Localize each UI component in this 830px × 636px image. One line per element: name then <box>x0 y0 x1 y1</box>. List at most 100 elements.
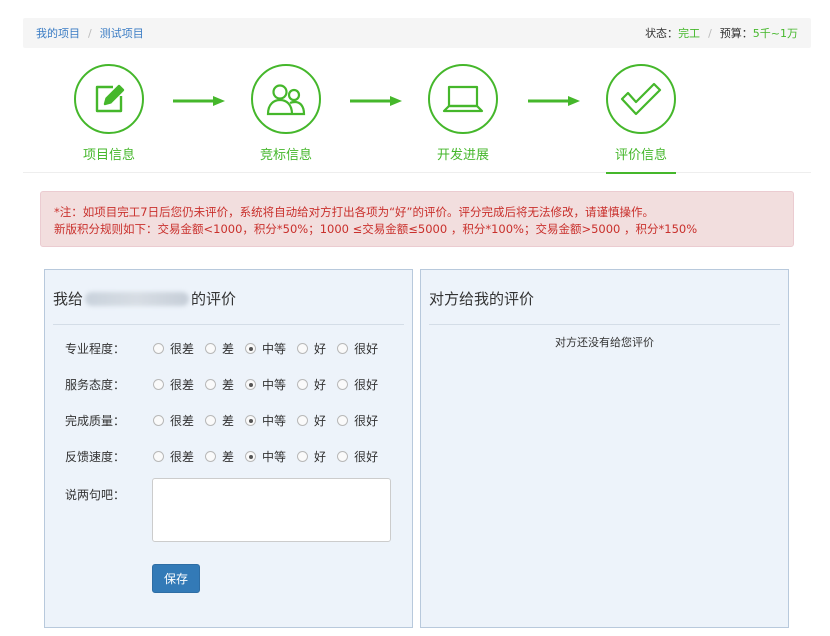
option-label: 很好 <box>354 414 379 428</box>
edit-icon <box>74 64 144 134</box>
option-label: 中等 <box>262 342 287 356</box>
option-label: 差 <box>222 378 235 392</box>
divider <box>53 324 404 325</box>
criterion-label: 专业程度： <box>65 342 126 356</box>
option-label: 差 <box>222 342 235 356</box>
radio-button[interactable] <box>297 379 309 390</box>
option-very-good[interactable]: 很好 <box>337 340 378 357</box>
rating-row-response: 反馈速度： 很差 差 中等 好 很好 <box>65 448 389 465</box>
notice-line-2: 新版积分规则如下：交易金额<1000，积分*50%；1000 ≤交易金额≤500… <box>54 222 698 236</box>
criterion-label: 反馈速度： <box>65 450 126 464</box>
option-label: 中等 <box>262 450 287 464</box>
laptop-icon <box>428 64 498 134</box>
users-icon <box>251 64 321 134</box>
arrow-right-icon <box>173 96 225 106</box>
radio-button[interactable] <box>337 415 349 426</box>
option-very-good[interactable]: 很好 <box>337 448 378 465</box>
radio-button-selected[interactable] <box>245 451 257 462</box>
breadcrumb-test-project[interactable]: 测试项目 <box>100 25 144 41</box>
redacted-name <box>85 291 190 306</box>
progress-steps: 项目信息 竞标信息 开发进展 评价信息 <box>23 58 811 174</box>
option-label: 很好 <box>354 450 379 464</box>
option-good[interactable]: 好 <box>297 448 326 465</box>
empty-review-message: 对方还没有给您评价 <box>555 336 654 349</box>
radio-button[interactable] <box>337 379 349 390</box>
option-label: 好 <box>314 414 327 428</box>
radio-button[interactable] <box>297 343 309 354</box>
save-button[interactable]: 保存 <box>152 564 200 593</box>
step-label: 竞标信息 <box>259 148 312 163</box>
step-label: 开发进展 <box>436 148 489 163</box>
option-poor[interactable]: 差 <box>205 340 234 357</box>
radio-button[interactable] <box>153 343 164 354</box>
option-label: 很好 <box>354 342 379 356</box>
breadcrumb-my-projects[interactable]: 我的项目 <box>36 25 80 41</box>
option-label: 好 <box>314 378 327 392</box>
option-label: 很差 <box>170 414 195 428</box>
option-label: 很差 <box>170 378 195 392</box>
rating-row-quality: 完成质量： 很差 差 中等 好 很好 <box>65 412 389 429</box>
radio-button[interactable] <box>297 451 309 462</box>
arrow-right-icon <box>350 96 402 106</box>
project-status: 状态： 完工 / 预算： 5千~1万 <box>645 25 798 41</box>
option-good[interactable]: 好 <box>297 340 326 357</box>
comment-textarea[interactable] <box>152 478 391 542</box>
notice-line-1: *注：如项目完工7日后您仍未评价，系统将自动给对方打出各项为“好”的评价。评分完… <box>54 205 654 219</box>
my-review-panel: 我给 的评价 专业程度： 很差 差 中等 好 很好 服务态度： 很差 差 中等 … <box>44 269 413 628</box>
radio-button[interactable] <box>153 415 164 426</box>
title-prefix: 我给 <box>53 290 84 308</box>
breadcrumb-separator: / <box>88 26 92 40</box>
radio-button[interactable] <box>297 415 309 426</box>
option-very-poor[interactable]: 很差 <box>153 340 194 357</box>
radio-button[interactable] <box>205 379 217 390</box>
radio-button[interactable] <box>337 343 349 354</box>
option-poor[interactable]: 差 <box>205 376 234 393</box>
criterion-label: 服务态度： <box>65 378 126 392</box>
their-review-panel: 对方给我的评价 对方还没有给您评价 <box>420 269 789 628</box>
divider <box>429 324 780 325</box>
option-average[interactable]: 中等 <box>245 376 286 393</box>
option-very-poor[interactable]: 很差 <box>153 412 194 429</box>
top-bar: 我的项目 / 测试项目 状态： 完工 / 预算： 5千~1万 <box>23 18 811 48</box>
radio-button[interactable] <box>337 451 349 462</box>
radio-button-selected[interactable] <box>245 343 257 354</box>
budget-label: 预算： <box>719 27 753 40</box>
step-label: 项目信息 <box>82 148 135 163</box>
option-very-good[interactable]: 很好 <box>337 412 378 429</box>
radio-button-selected[interactable] <box>245 379 257 390</box>
radio-button[interactable] <box>205 415 217 426</box>
radio-button[interactable] <box>153 379 164 390</box>
option-label: 很差 <box>170 342 195 356</box>
option-very-poor[interactable]: 很差 <box>153 376 194 393</box>
arrow-right-icon <box>528 96 580 106</box>
radio-button[interactable] <box>153 451 164 462</box>
option-poor[interactable]: 差 <box>205 448 234 465</box>
option-average[interactable]: 中等 <box>245 448 286 465</box>
title-suffix: 的评价 <box>191 290 237 308</box>
check-icon <box>606 64 676 134</box>
option-good[interactable]: 好 <box>297 376 326 393</box>
option-very-good[interactable]: 很好 <box>337 376 378 393</box>
step-review-info[interactable]: 评价信息 <box>596 64 686 174</box>
option-average[interactable]: 中等 <box>245 340 286 357</box>
radio-button-selected[interactable] <box>245 415 257 426</box>
step-project-info[interactable]: 项目信息 <box>64 64 154 166</box>
radio-button[interactable] <box>205 343 217 354</box>
option-very-poor[interactable]: 很差 <box>153 448 194 465</box>
status-value: 完工 <box>678 27 701 40</box>
option-label: 很好 <box>354 378 379 392</box>
option-poor[interactable]: 差 <box>205 412 234 429</box>
step-label: 评价信息 <box>606 146 676 174</box>
breadcrumb: 我的项目 / 测试项目 <box>36 25 144 41</box>
option-label: 好 <box>314 342 327 356</box>
radio-button[interactable] <box>205 451 217 462</box>
step-bid-info[interactable]: 竞标信息 <box>241 64 331 166</box>
rating-notice: *注：如项目完工7日后您仍未评价，系统将自动给对方打出各项为“好”的评价。评分完… <box>40 191 794 247</box>
their-review-title: 对方给我的评价 <box>429 290 535 308</box>
criterion-label: 完成质量： <box>65 414 126 428</box>
comment-label: 说两句吧： <box>65 488 126 502</box>
option-average[interactable]: 中等 <box>245 412 286 429</box>
option-good[interactable]: 好 <box>297 412 326 429</box>
option-label: 中等 <box>262 414 287 428</box>
step-dev-progress[interactable]: 开发进展 <box>418 64 508 166</box>
